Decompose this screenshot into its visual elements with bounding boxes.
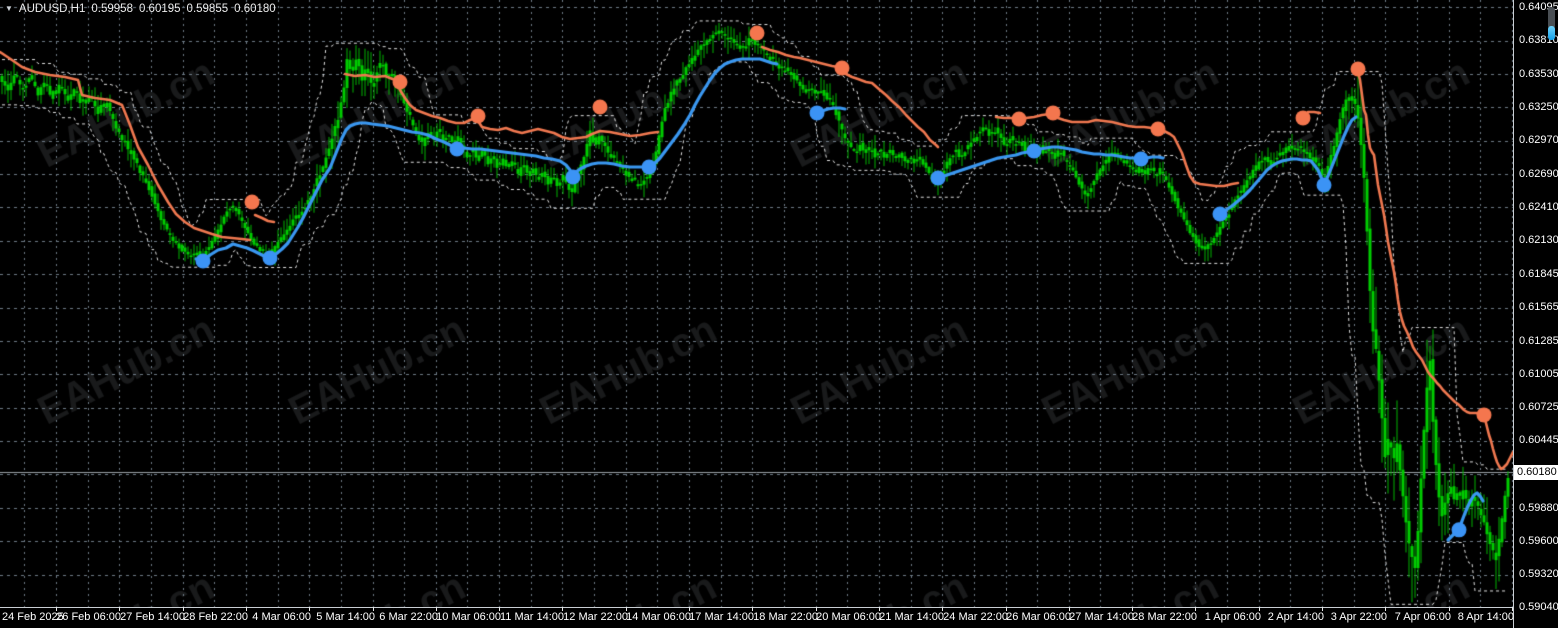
time-axis-label: 28 Mar 22:00 xyxy=(1132,611,1197,623)
time-axis-label: 4 Mar 06:00 xyxy=(252,611,311,623)
time-axis-label: 17 Mar 14:00 xyxy=(689,611,754,623)
time-axis-label: 7 Apr 06:00 xyxy=(1394,611,1451,623)
price-axis-border xyxy=(1513,0,1514,628)
price-axis-label: 0.61565 xyxy=(1519,301,1558,314)
price-axis-label: 0.61845 xyxy=(1519,267,1558,280)
time-axis-label: 18 Mar 22:00 xyxy=(753,611,818,623)
chart-window: ▼ AUDUSD,H1 0.59958 0.60195 0.59855 0.60… xyxy=(0,0,1558,628)
price-axis-label: 0.62690 xyxy=(1519,167,1558,180)
price-chart-canvas[interactable] xyxy=(0,0,1513,607)
time-axis-label: 1 Apr 06:00 xyxy=(1204,611,1261,623)
price-axis-label: 0.59040 xyxy=(1519,601,1558,614)
time-axis-label: 10 Mar 06:00 xyxy=(436,611,501,623)
price-axis-label: 0.63530 xyxy=(1519,67,1558,80)
price-axis-label: 0.62410 xyxy=(1519,200,1558,213)
scrollbar[interactable] xyxy=(1548,7,1555,41)
low-value: 0.59855 xyxy=(186,3,229,15)
time-axis-label: 20 Mar 06:00 xyxy=(816,611,881,623)
time-axis-label: 12 Mar 22:00 xyxy=(563,611,628,623)
price-axis-label: 0.61005 xyxy=(1519,367,1558,380)
time-axis-label: 8 Apr 14:00 xyxy=(1457,611,1514,623)
time-axis-label: 24 Feb 2025 xyxy=(2,611,64,623)
close-value: 0.60180 xyxy=(234,3,276,15)
high-value: 0.60195 xyxy=(138,3,181,15)
price-axis-label: 0.60445 xyxy=(1519,434,1558,447)
symbol-period-label: AUDUSD,H1 xyxy=(18,3,86,15)
price-axis-label: 0.61285 xyxy=(1519,334,1558,347)
time-axis-label: 14 Mar 06:00 xyxy=(626,611,691,623)
time-axis-label: 6 Mar 22:00 xyxy=(379,611,438,623)
price-axis-label: 0.62130 xyxy=(1519,234,1558,247)
chart-title: ▼ AUDUSD,H1 0.59958 0.60195 0.59855 0.60… xyxy=(5,3,276,15)
time-axis-label: 2 Apr 14:00 xyxy=(1267,611,1324,623)
open-value: 0.59958 xyxy=(91,3,133,15)
price-axis-label: 0.59600 xyxy=(1519,534,1558,547)
time-axis-label: 27 Feb 14:00 xyxy=(120,611,185,623)
time-axis-label: 26 Feb 06:00 xyxy=(56,611,121,623)
time-axis-border xyxy=(0,607,1513,608)
current-price-tag: 0.60180 xyxy=(1514,464,1558,480)
time-axis-label: 11 Mar 14:00 xyxy=(499,611,564,623)
time-axis-label: 24 Mar 22:00 xyxy=(943,611,1008,623)
price-axis-label: 0.60725 xyxy=(1519,401,1558,414)
time-axis-label: 5 Mar 14:00 xyxy=(316,611,375,623)
price-axis-label: 0.62970 xyxy=(1519,134,1558,147)
time-axis-label: 3 Apr 22:00 xyxy=(1330,611,1387,623)
price-axis-label: 0.59880 xyxy=(1519,501,1558,514)
time-axis-label: 27 Mar 14:00 xyxy=(1069,611,1134,623)
price-axis-label: 0.63250 xyxy=(1519,100,1558,113)
scrollbar-thumb[interactable] xyxy=(1548,26,1555,40)
price-axis-label: 0.59320 xyxy=(1519,568,1558,581)
collapse-arrow-icon[interactable]: ▼ xyxy=(5,4,13,14)
time-axis-label: 28 Feb 22:00 xyxy=(183,611,248,623)
time-axis-label: 21 Mar 14:00 xyxy=(879,611,944,623)
time-axis-label: 26 Mar 06:00 xyxy=(1006,611,1071,623)
